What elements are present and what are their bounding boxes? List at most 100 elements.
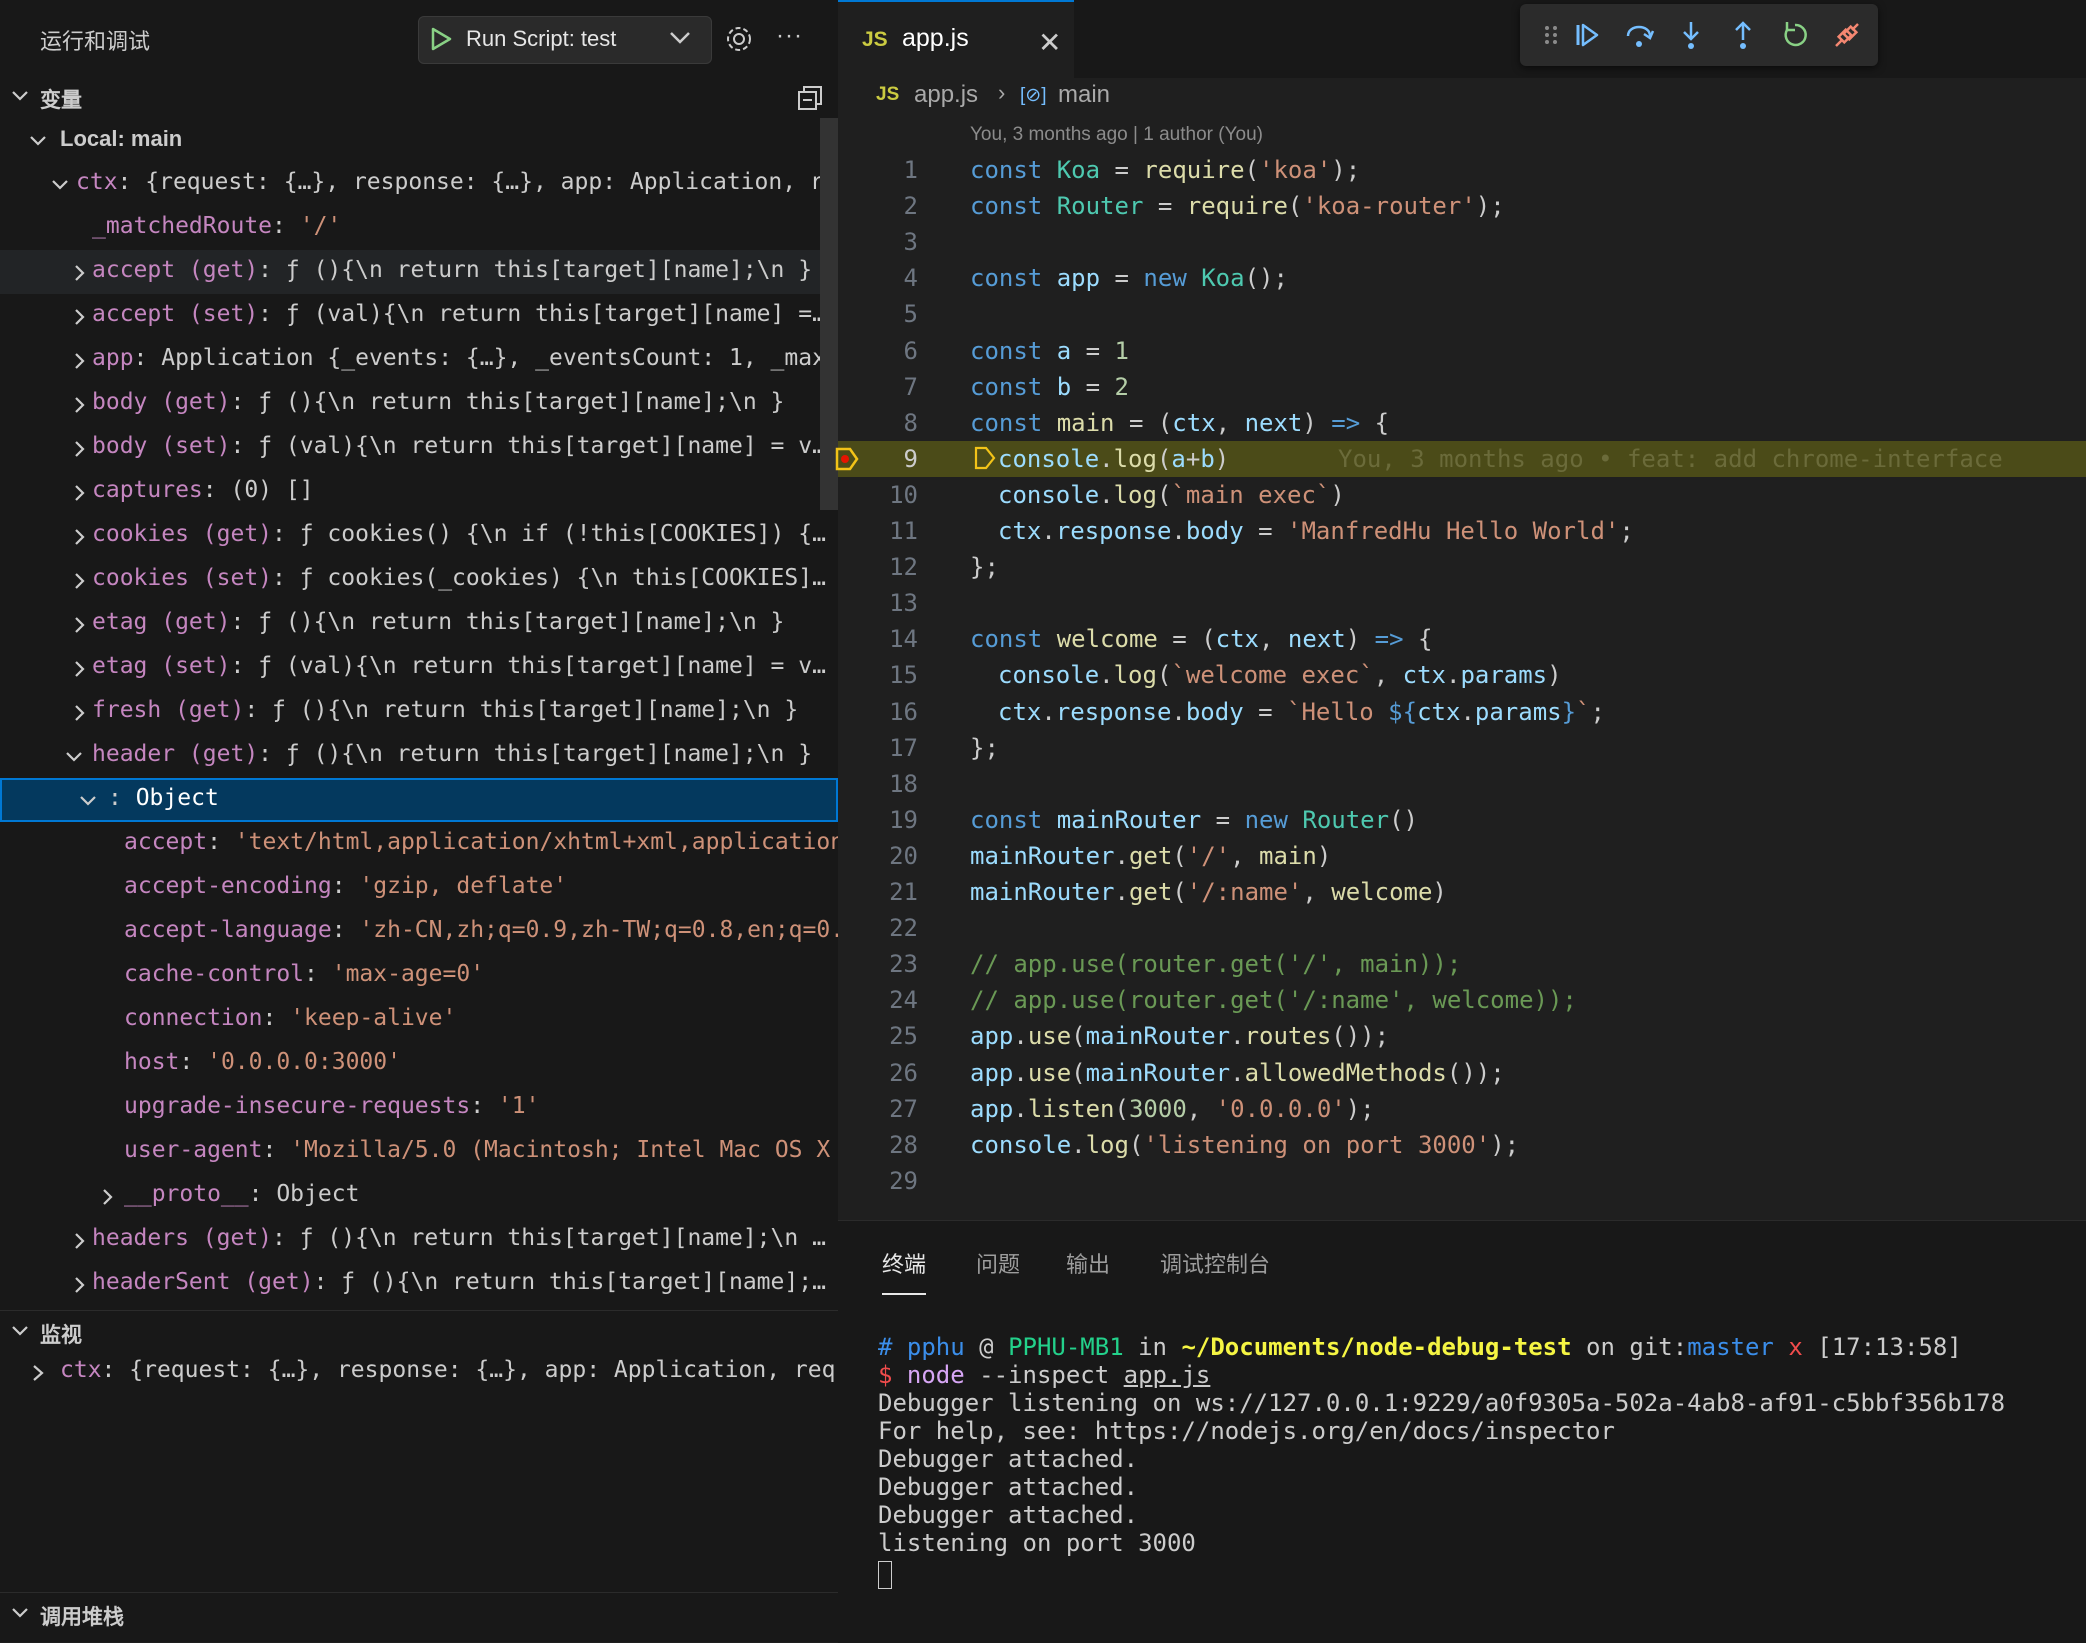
variable-row-selected[interactable]: : Object	[0, 778, 838, 822]
start-debugging-icon[interactable]	[428, 26, 454, 52]
codelens-blame[interactable]: You, 3 months ago | 1 author (You)	[970, 124, 1263, 146]
chevron-right-icon[interactable]	[70, 615, 90, 635]
code-line[interactable]: 26 app.use(mainRouter.allowedMethods());	[838, 1055, 2086, 1091]
line-number[interactable]: 23	[838, 950, 918, 978]
code-line[interactable]: 13	[838, 585, 2086, 621]
line-number[interactable]: 26	[838, 1059, 918, 1087]
chevron-down-icon[interactable]	[668, 28, 692, 48]
variable-row[interactable]: captures: (0) []	[0, 470, 838, 514]
code-line[interactable]: 4 const app = new Koa();	[838, 260, 2086, 296]
line-number[interactable]: 18	[838, 770, 918, 798]
chevron-right-icon[interactable]	[70, 439, 90, 459]
tab-terminal[interactable]: 终端	[882, 1247, 927, 1295]
variable-row[interactable]: accept: 'text/html,application/xhtml+xml…	[0, 822, 838, 866]
code-line[interactable]: 29	[838, 1163, 2086, 1199]
line-number[interactable]: 17	[838, 734, 918, 762]
code-line[interactable]: 2 const Router = require('koa-router');	[838, 188, 2086, 224]
code-line[interactable]: 11 ctx.response.body = 'ManfredHu Hello W…	[838, 513, 2086, 549]
breadcrumb-symbol[interactable]: main	[1058, 81, 1110, 109]
code-line[interactable]: 1 const Koa = require('koa');	[838, 152, 2086, 188]
line-number[interactable]: 5	[838, 300, 918, 328]
restart-icon[interactable]	[1778, 18, 1812, 52]
chevron-right-icon[interactable]	[70, 703, 90, 723]
editor-tab-app-js[interactable]: JS app.js ✕	[838, 0, 1074, 80]
chevron-right-icon[interactable]	[70, 395, 90, 415]
chevron-right-icon[interactable]	[70, 351, 90, 371]
breakpoint-current-icon[interactable]	[834, 446, 860, 472]
line-number[interactable]: 12	[838, 553, 918, 581]
code-line[interactable]: 6 const a = 1	[838, 333, 2086, 369]
variable-row[interactable]: host: '0.0.0.0:3000'	[0, 1042, 838, 1086]
chevron-down-icon[interactable]	[78, 791, 98, 811]
code-line[interactable]: 19 const mainRouter = new Router()	[838, 802, 2086, 838]
variable-row[interactable]: __proto__: Object	[0, 1174, 838, 1218]
breadcrumb-file[interactable]: app.js	[914, 81, 978, 109]
code-line[interactable]: 8 const main = (ctx, next) => {	[838, 405, 2086, 441]
line-number[interactable]: 15	[838, 661, 918, 689]
variable-row[interactable]: body (get): ƒ (){\n return this[target][…	[0, 382, 838, 426]
variable-row[interactable]: connection: 'keep-alive'	[0, 998, 838, 1042]
variable-row[interactable]: cookies (set): ƒ cookies(_cookies) {\n t…	[0, 558, 838, 602]
line-number[interactable]: 24	[838, 986, 918, 1014]
line-number[interactable]: 27	[838, 1095, 918, 1123]
variable-row[interactable]: user-agent: 'Mozilla/5.0 (Macintosh; Int…	[0, 1130, 838, 1174]
disconnect-icon[interactable]	[1830, 18, 1864, 52]
variable-row[interactable]: headerSent (get): ƒ (){\n return this[ta…	[0, 1262, 838, 1306]
variable-row[interactable]: body (set): ƒ (val){\n return this[targe…	[0, 426, 838, 470]
gear-icon[interactable]	[724, 24, 754, 54]
chevron-right-icon[interactable]	[70, 659, 90, 679]
code-line[interactable]: 3	[838, 224, 2086, 260]
line-number[interactable]: 29	[838, 1167, 918, 1195]
line-number[interactable]: 6	[838, 337, 918, 365]
code-line[interactable]: 15 console.log(`welcome exec`, ctx.params…	[838, 657, 2086, 693]
variable-row[interactable]: header (get): ƒ (){\n return this[target…	[0, 734, 838, 778]
chevron-right-icon[interactable]	[70, 527, 90, 547]
line-number[interactable]: 2	[838, 192, 918, 220]
line-number[interactable]: 16	[838, 698, 918, 726]
code-line[interactable]: 14 const welcome = (ctx, next) => {	[838, 621, 2086, 657]
line-number[interactable]: 8	[838, 409, 918, 437]
line-number[interactable]: 19	[838, 806, 918, 834]
code-line[interactable]: 18	[838, 766, 2086, 802]
watch-row-ctx[interactable]: ctx: {request: {…}, response: {…}, app: …	[0, 1350, 838, 1394]
chevron-down-icon[interactable]	[50, 175, 70, 195]
code-line[interactable]: 10 console.log(`main exec`)	[838, 477, 2086, 513]
line-number[interactable]: 13	[838, 589, 918, 617]
tab-problems[interactable]: 问题	[976, 1247, 1020, 1279]
line-number[interactable]: 7	[838, 373, 918, 401]
variable-row[interactable]: accept-language: 'zh-CN,zh;q=0.9,zh-TW;q…	[0, 910, 838, 954]
launch-config-label[interactable]: Run Script: test	[466, 26, 616, 52]
chevron-right-icon[interactable]	[70, 1275, 90, 1295]
line-number[interactable]: 21	[838, 878, 918, 906]
code-line[interactable]: 12};	[838, 549, 2086, 585]
variable-row[interactable]: accept (get): ƒ (){\n return this[target…	[0, 250, 838, 294]
continue-icon[interactable]	[1570, 18, 1604, 52]
variable-row[interactable]: _matchedRoute: '/'	[0, 206, 838, 250]
tab-output[interactable]: 输出	[1066, 1247, 1110, 1279]
line-number[interactable]: 28	[838, 1131, 918, 1159]
variable-row[interactable]: etag (set): ƒ (val){\n return this[targe…	[0, 646, 838, 690]
drag-handle-icon[interactable]	[1534, 18, 1568, 52]
code-line[interactable]: 25 app.use(mainRouter.routes());	[838, 1018, 2086, 1054]
line-number[interactable]: 3	[838, 228, 918, 256]
variable-row[interactable]: headers (get): ƒ (){\n return this[targe…	[0, 1218, 838, 1262]
chevron-down-icon[interactable]	[64, 747, 84, 767]
variable-row[interactable]: accept-encoding: 'gzip, deflate'	[0, 866, 838, 910]
step-into-icon[interactable]	[1674, 18, 1708, 52]
code-line[interactable]: 27 app.listen(3000, '0.0.0.0');	[838, 1091, 2086, 1127]
close-icon[interactable]: ✕	[1038, 26, 1061, 59]
code-line[interactable]: 16 ctx.response.body = `Hello ${ctx.param…	[838, 694, 2086, 730]
line-number[interactable]: 11	[838, 517, 918, 545]
variable-row[interactable]: accept (set): ƒ (val){\n return this[tar…	[0, 294, 838, 338]
variable-row[interactable]: ctx: {request: {…}, response: {…}, app: …	[0, 162, 838, 206]
chevron-right-icon[interactable]	[70, 1231, 90, 1251]
line-number[interactable]: 1	[838, 156, 918, 184]
code-line[interactable]: 21 mainRouter.get('/:name', welcome)	[838, 874, 2086, 910]
code-line[interactable]: 23 // app.use(router.get('/', main));	[838, 946, 2086, 982]
chevron-right-icon[interactable]	[70, 307, 90, 327]
collapse-all-icon[interactable]	[796, 84, 824, 112]
variable-row[interactable]: upgrade-insecure-requests: '1'	[0, 1086, 838, 1130]
variable-row[interactable]: cache-control: 'max-age=0'	[0, 954, 838, 998]
chevron-right-icon[interactable]	[70, 263, 90, 283]
line-number[interactable]: 20	[838, 842, 918, 870]
